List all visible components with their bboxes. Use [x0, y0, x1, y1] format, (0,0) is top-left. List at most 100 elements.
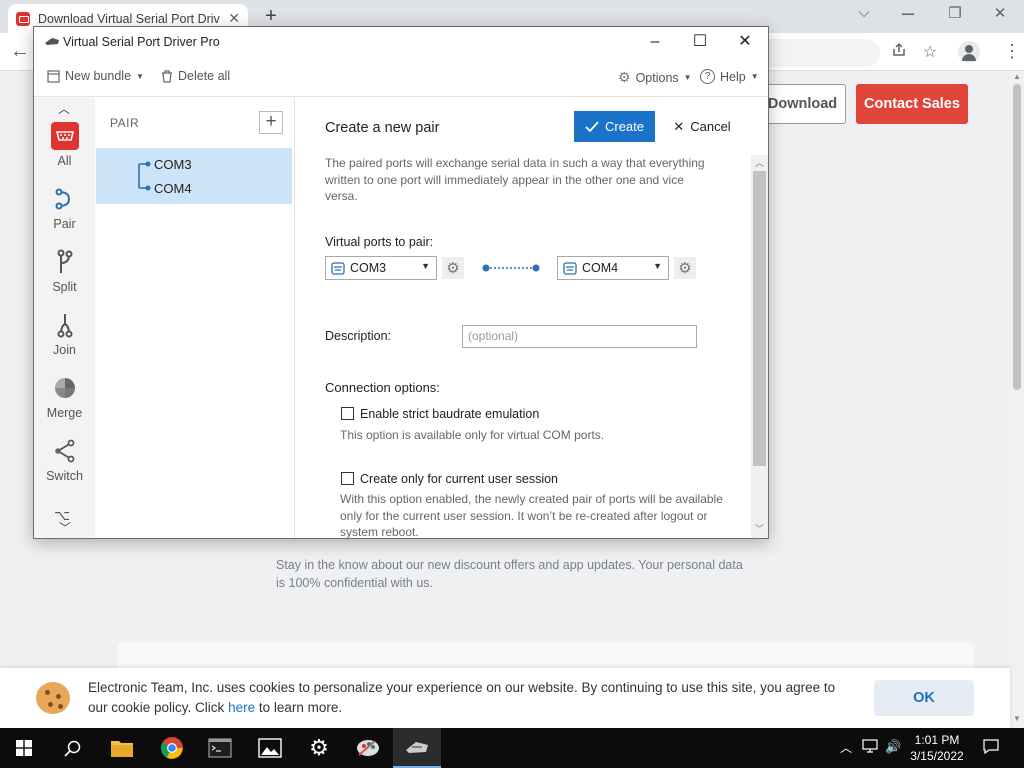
sidebar-item-join[interactable]: Join: [34, 311, 95, 371]
app-maximize-button[interactable]: ☐: [685, 30, 715, 54]
pair-port-b: COM4: [154, 181, 192, 196]
site-favicon-icon: [16, 11, 30, 26]
pair-link-icon: [138, 161, 151, 191]
sidebar-item-split[interactable]: Split: [34, 248, 95, 308]
new-tab-button[interactable]: +: [260, 5, 282, 28]
taskbar-file-explorer[interactable]: [98, 728, 146, 768]
browser-close-button[interactable]: ✕: [988, 4, 1012, 22]
taskbar-settings[interactable]: ⚙: [295, 728, 343, 768]
gear-icon: ⚙: [446, 260, 460, 277]
sidebar-item-pair[interactable]: Pair: [34, 185, 95, 245]
port-a-value: COM3: [350, 261, 387, 275]
check-icon: [585, 120, 599, 132]
user-session-label[interactable]: Create only for current user session: [360, 472, 558, 486]
paint-palette-icon: [357, 740, 379, 756]
browser-restore-button[interactable]: ❐: [943, 4, 967, 22]
port-icon: [563, 261, 577, 275]
new-bundle-icon: [47, 69, 60, 83]
start-button[interactable]: [0, 728, 48, 768]
app-minimize-button[interactable]: –: [640, 30, 670, 54]
taskbar-app-paint[interactable]: [344, 728, 392, 768]
taskbar-photos[interactable]: [246, 728, 294, 768]
browser-minimize-button[interactable]: –: [896, 0, 920, 26]
app-title: Virtual Serial Port Driver Pro: [63, 35, 220, 49]
browser-menu-icon[interactable]: ⋮: [1003, 41, 1021, 62]
create-button[interactable]: Create: [574, 111, 655, 142]
scroll-up-icon[interactable]: ▲: [1013, 72, 1021, 81]
cancel-button[interactable]: ✕ Cancel: [666, 111, 738, 142]
pair-icon: [51, 185, 79, 213]
page-scrollbar-thumb[interactable]: [1013, 84, 1021, 390]
taskbar-clock[interactable]: 1:01 PM 3/15/2022: [904, 732, 970, 764]
cookie-policy-link[interactable]: here: [228, 700, 255, 715]
options-menu[interactable]: ⚙ Options ▼: [618, 69, 692, 86]
chrome-icon: [161, 737, 183, 759]
form-scrollbar-thumb[interactable]: [753, 171, 766, 466]
page-scrollbar[interactable]: ▲ ▼: [1010, 72, 1024, 728]
scroll-down-icon[interactable]: ﹀: [755, 522, 764, 535]
sidebar-item-label: Split: [52, 280, 77, 294]
profile-avatar-icon[interactable]: [958, 41, 980, 63]
taskbar-virtual-serial-port-driver[interactable]: [393, 728, 441, 768]
form-scrollbar[interactable]: ︿ ﹀: [751, 155, 768, 538]
user-session-checkbox[interactable]: [341, 472, 354, 485]
connection-options-label: Connection options:: [325, 380, 440, 395]
description-input[interactable]: (optional): [462, 325, 697, 348]
cancel-button-label: Cancel: [690, 119, 731, 134]
photos-icon: [258, 738, 282, 758]
contact-sales-button[interactable]: Contact Sales: [856, 84, 968, 124]
tab-close-icon[interactable]: ✕: [228, 10, 240, 27]
delete-all-menu[interactable]: Delete all: [161, 69, 230, 83]
cookie-ok-button[interactable]: OK: [874, 680, 974, 716]
taskbar-chrome[interactable]: [148, 728, 196, 768]
gear-icon: ⚙: [678, 260, 692, 277]
join-icon: [51, 311, 79, 339]
sidebar-item-switch[interactable]: Switch: [34, 437, 95, 497]
sidebar-item-label: Switch: [46, 469, 83, 483]
tab-search-icon[interactable]: ⌵: [852, 4, 876, 21]
new-bundle-label: New bundle: [65, 69, 132, 83]
pair-list-item[interactable]: COM3 COM4: [96, 148, 292, 204]
back-arrow-icon[interactable]: ←: [10, 40, 30, 63]
gear-icon: ⚙: [309, 735, 329, 760]
create-button-label: Create: [604, 119, 645, 134]
scroll-down-icon[interactable]: ▼: [1013, 714, 1021, 723]
taskbar-terminal[interactable]: [196, 728, 244, 768]
strict-baudrate-hint: This option is available only for virtua…: [340, 428, 605, 442]
bookmark-star-icon[interactable]: ☆: [919, 42, 941, 62]
sidebar-item-label: Pair: [53, 217, 76, 231]
help-menu[interactable]: ? Help ▼: [700, 69, 759, 84]
port-b-settings-button[interactable]: ⚙: [674, 257, 696, 279]
volume-icon[interactable]: 🔊: [885, 739, 901, 755]
sidebar-item-merge[interactable]: Merge: [34, 374, 95, 434]
new-bundle-menu[interactable]: New bundle ▼: [47, 69, 144, 83]
address-bar[interactable]: [760, 39, 880, 67]
help-label: Help: [720, 69, 746, 84]
port-b-select[interactable]: COM4 ▼: [557, 256, 669, 280]
port-a-select[interactable]: COM3 ▼: [325, 256, 437, 280]
strict-baudrate-label[interactable]: Enable strict baudrate emulation: [360, 407, 539, 421]
serial-port-icon: [50, 122, 79, 150]
windows-logo-icon: [16, 740, 32, 756]
notifications-icon[interactable]: [983, 739, 999, 757]
network-icon[interactable]: [862, 739, 878, 756]
strict-baudrate-checkbox[interactable]: [341, 407, 354, 420]
clock-date: 3/15/2022: [910, 749, 964, 763]
taskbar-search-button[interactable]: [48, 728, 96, 768]
download-button[interactable]: Download: [760, 84, 846, 124]
app-titlebar[interactable]: Virtual Serial Port Driver Pro – ☐ ✕: [34, 27, 768, 57]
share-icon[interactable]: [888, 42, 910, 63]
add-pair-button[interactable]: +: [259, 111, 283, 134]
port-b-value: COM4: [582, 261, 619, 275]
sidebar-scroll-up-icon[interactable]: ︿: [58, 100, 70, 117]
sidebar-item-all[interactable]: All: [34, 122, 95, 182]
serial-port-app-icon: [406, 742, 428, 753]
app-close-button[interactable]: ✕: [730, 30, 760, 54]
newsletter-text: Stay in the know about our new discount …: [276, 558, 743, 590]
scroll-up-icon[interactable]: ︿: [755, 156, 764, 169]
create-pair-form: Create a new pair Create ✕ Cancel The pa…: [296, 98, 768, 539]
ports-label: Virtual ports to pair:: [325, 235, 434, 249]
tray-overflow-icon[interactable]: ︿: [840, 739, 852, 756]
port-a-settings-button[interactable]: ⚙: [442, 257, 464, 279]
sidebar-scroll-down-icon[interactable]: ﹀: [59, 519, 71, 536]
